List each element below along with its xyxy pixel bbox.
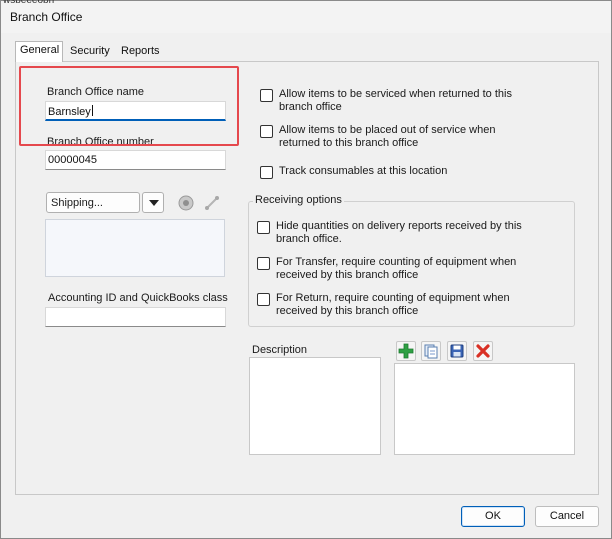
copy-icon [424,344,438,359]
description-textarea[interactable] [249,357,381,455]
option-serviced-checkbox[interactable] [260,89,273,102]
option-track-consumables-checkbox[interactable] [260,166,273,179]
add-button[interactable] [396,341,416,361]
save-icon [450,344,464,358]
branch-name-value: Barnsley [48,106,91,118]
address-type-dropdown-button[interactable] [142,192,164,213]
ok-button[interactable]: OK [461,506,525,527]
background-partial-text: wsbeeeobh [3,0,55,6]
option-track-consumables-label: Track consumables at this location [279,165,448,177]
accounting-input[interactable] [45,307,226,327]
receiving-return-label: For Return, require counting of equipmen… [276,292,510,317]
window-title: Branch Office [10,10,83,24]
copy-button[interactable] [421,341,441,361]
option-out-of-service-label: Allow items to be placed out of service … [279,124,496,149]
option-track-consumables-row[interactable]: Track consumables at this location [260,165,550,181]
branch-name-label: Branch Office name [47,86,145,98]
address-display [45,219,225,277]
option-serviced-row[interactable]: Allow items to be serviced when returned… [260,88,550,116]
option-serviced-label: Allow items to be serviced when returned… [279,88,512,113]
receiving-hide-quantities-row[interactable]: Hide quantities on delivery reports rece… [257,220,557,248]
branch-number-label: Branch Office number [47,136,154,148]
receiving-options-title: Receiving options [253,194,344,206]
delete-button[interactable] [473,341,493,361]
receiving-transfer-label: For Transfer, require counting of equipm… [276,256,517,281]
receiving-hide-quantities-label: Hide quantities on delivery reports rece… [276,220,522,245]
accounting-label: Accounting ID and QuickBooks class [48,292,228,304]
save-button[interactable] [447,341,467,361]
branch-name-input[interactable]: Barnsley [45,101,226,121]
link-icon[interactable] [203,194,221,212]
option-out-of-service-checkbox[interactable] [260,125,273,138]
branch-number-input[interactable]: 00000045 [45,150,226,170]
receiving-transfer-checkbox[interactable] [257,257,270,270]
title-bar: wsbeeeobh Branch Office [1,0,611,33]
receiving-transfer-row[interactable]: For Transfer, require counting of equipm… [257,256,557,284]
tab-general[interactable]: General [15,41,63,62]
delete-icon [476,344,490,358]
text-caret [91,105,93,116]
tab-reports[interactable]: Reports [117,43,164,61]
receiving-return-checkbox[interactable] [257,293,270,306]
address-type-select[interactable]: Shipping... [46,192,140,213]
globe-icon[interactable] [177,194,195,212]
receiving-hide-quantities-checkbox[interactable] [257,221,270,234]
description-list[interactable] [394,363,575,455]
chevron-down-icon [149,200,159,206]
add-icon [398,343,414,359]
branch-office-dialog: wsbeeeobh Branch Office General Security… [0,0,612,539]
tab-security[interactable]: Security [66,43,114,61]
receiving-return-row[interactable]: For Return, require counting of equipmen… [257,292,557,320]
option-out-of-service-row[interactable]: Allow items to be placed out of service … [260,124,550,152]
description-label: Description [252,344,308,356]
cancel-button[interactable]: Cancel [535,506,599,527]
